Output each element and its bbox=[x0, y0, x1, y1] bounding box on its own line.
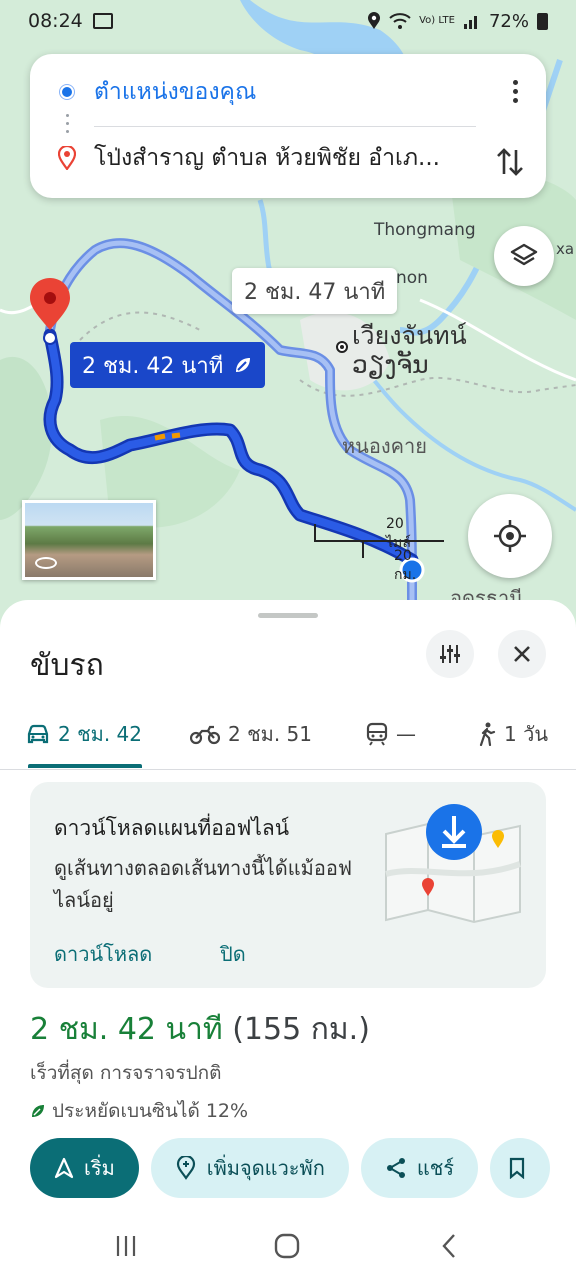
tab-car-label: 2 ชม. 42 bbox=[58, 722, 143, 746]
map-label-vientiane-lo: ວຽງຈັນ bbox=[352, 350, 429, 379]
map-label-thongmang: Thongmang bbox=[374, 220, 476, 240]
action-buttons: เริ่ม เพิ่มจุดแวะพัก แชร์ bbox=[30, 1138, 551, 1200]
route-distance: (155 กม.) bbox=[232, 1012, 370, 1047]
origin-row[interactable]: ตำแหน่งของคุณ bbox=[30, 72, 546, 112]
back-icon[interactable] bbox=[438, 1232, 462, 1260]
layers-button[interactable] bbox=[494, 226, 554, 286]
destination-pin-icon bbox=[58, 146, 76, 170]
travel-mode-tabs: 2 ชม. 42 2 ชม. 51 — 1 วัน bbox=[0, 700, 576, 770]
directions-search-card: ตำแหน่งของคุณ โป่งสำราญ ตำบล ห้วยพิชัย อ… bbox=[30, 54, 546, 198]
route-summary: 2 ชม. 42 นาที (155 กม.) bbox=[30, 1006, 370, 1053]
street-view-thumbnail[interactable] bbox=[22, 500, 156, 580]
share-icon bbox=[386, 1158, 405, 1178]
save-button[interactable] bbox=[490, 1138, 551, 1198]
status-time: 08:24 bbox=[28, 10, 83, 32]
tune-icon bbox=[440, 645, 460, 663]
route-dots-icon bbox=[66, 114, 69, 133]
map-label-xa: xa bbox=[556, 240, 575, 258]
map-label-nong-khai: หนองคาย bbox=[342, 434, 427, 458]
start-button-label: เริ่ม bbox=[84, 1156, 115, 1180]
status-bar: 08:24 Vo) LTE 72% bbox=[0, 0, 576, 42]
my-location-button[interactable] bbox=[468, 494, 552, 578]
car-icon bbox=[27, 724, 49, 744]
route-traffic-note: เร็วที่สุด การจราจรปกติ bbox=[30, 1062, 222, 1084]
wifi-icon bbox=[389, 13, 411, 29]
scale-km: 20 กม. bbox=[394, 548, 417, 583]
eco-leaf-icon bbox=[236, 358, 251, 372]
add-location-icon bbox=[176, 1156, 195, 1180]
recent-apps-icon[interactable] bbox=[112, 1232, 140, 1260]
train-icon bbox=[366, 722, 388, 746]
offline-map-illustration bbox=[385, 804, 522, 924]
main-route-time: 2 ชม. 42 นาที bbox=[82, 353, 224, 379]
tab-walk[interactable]: 1 วัน bbox=[478, 712, 548, 756]
download-link[interactable]: ดาวน์โหลด bbox=[54, 938, 152, 970]
network-type: Vo) LTE bbox=[419, 15, 455, 26]
destination-field[interactable]: โป่งสำราญ ตำบล ห้วยพิชัย อำเภ... bbox=[94, 140, 440, 176]
route-options-button[interactable] bbox=[426, 630, 474, 678]
tab-walk-label: 1 วัน bbox=[504, 722, 548, 746]
tab-car[interactable]: 2 ชม. 42 bbox=[26, 712, 142, 756]
system-nav-bar bbox=[0, 1216, 576, 1280]
route-duration: 2 ชม. 42 นาที bbox=[30, 1012, 223, 1047]
swap-icon[interactable] bbox=[496, 146, 524, 178]
origin-field[interactable]: ตำแหน่งของคุณ bbox=[94, 74, 256, 110]
signal-icon bbox=[463, 16, 477, 29]
offline-description: ดูเส้นทางตลอดเส้นทางนี้ได้แม้ออฟไลน์อยู่ bbox=[54, 856, 352, 912]
offline-maps-card: ดาวน์โหลดแผนที่ออฟไลน์ ดูเส้นทางตลอดเส้น… bbox=[30, 782, 546, 988]
home-icon[interactable] bbox=[272, 1232, 302, 1260]
tab-transit[interactable]: — bbox=[366, 712, 416, 756]
walk-icon bbox=[479, 722, 496, 746]
rotate-360-icon bbox=[35, 557, 57, 569]
crosshair-icon bbox=[494, 520, 526, 552]
fuel-savings: ประหยัดเบนซินได้ 12% bbox=[30, 1096, 248, 1126]
motorcycle-icon bbox=[190, 725, 220, 745]
eco-leaf-icon bbox=[32, 1105, 44, 1117]
close-icon bbox=[514, 646, 530, 662]
add-stop-label: เพิ่มจุดแวะพัก bbox=[206, 1156, 325, 1180]
dismiss-link[interactable]: ปิด bbox=[220, 938, 246, 970]
battery-icon bbox=[537, 12, 548, 30]
map-label-non: non bbox=[396, 268, 428, 288]
more-options-icon[interactable] bbox=[513, 80, 518, 103]
location-icon bbox=[368, 12, 381, 29]
alt-route-time-label[interactable]: 2 ชม. 47 นาที bbox=[232, 268, 398, 314]
active-tab-indicator bbox=[28, 764, 142, 768]
share-label: แชร์ bbox=[416, 1156, 455, 1180]
sheet-title: ขับรถ bbox=[30, 648, 104, 683]
tab-motorcycle[interactable]: 2 ชม. 51 bbox=[190, 712, 312, 756]
battery-percent: 72% bbox=[488, 10, 529, 32]
layers-icon bbox=[510, 243, 538, 266]
start-button[interactable]: เริ่ม bbox=[30, 1138, 139, 1198]
alt-route-time: 2 ชม. 47 นาที bbox=[244, 279, 386, 305]
share-button[interactable]: แชร์ bbox=[360, 1138, 479, 1198]
close-button[interactable] bbox=[498, 630, 546, 678]
main-route-time-label[interactable]: 2 ชม. 42 นาที bbox=[70, 342, 266, 388]
tab-transit-label: — bbox=[396, 722, 416, 746]
destination-row[interactable]: โป่งสำราญ ตำบล ห้วยพิชัย อำเภ... bbox=[30, 136, 546, 180]
add-stop-button[interactable]: เพิ่มจุดแวะพัก bbox=[150, 1138, 349, 1198]
tab-motorcycle-label: 2 ชม. 51 bbox=[228, 722, 313, 746]
bookmark-icon bbox=[509, 1157, 525, 1179]
gallery-icon bbox=[92, 13, 113, 29]
sheet-drag-handle[interactable] bbox=[258, 613, 318, 618]
fuel-savings-text: ประหยัดเบนซินได้ 12% bbox=[52, 1100, 249, 1122]
offline-title: ดาวน์โหลดแผนที่ออฟไลน์ bbox=[54, 816, 290, 840]
origin-dot-icon bbox=[60, 85, 74, 99]
directions-sheet: ขับรถ 2 ชม. 42 2 ชม. 51 — 1 วัน ดาวน์โหล… bbox=[0, 600, 576, 1280]
navigation-arrow-icon bbox=[54, 1157, 74, 1179]
